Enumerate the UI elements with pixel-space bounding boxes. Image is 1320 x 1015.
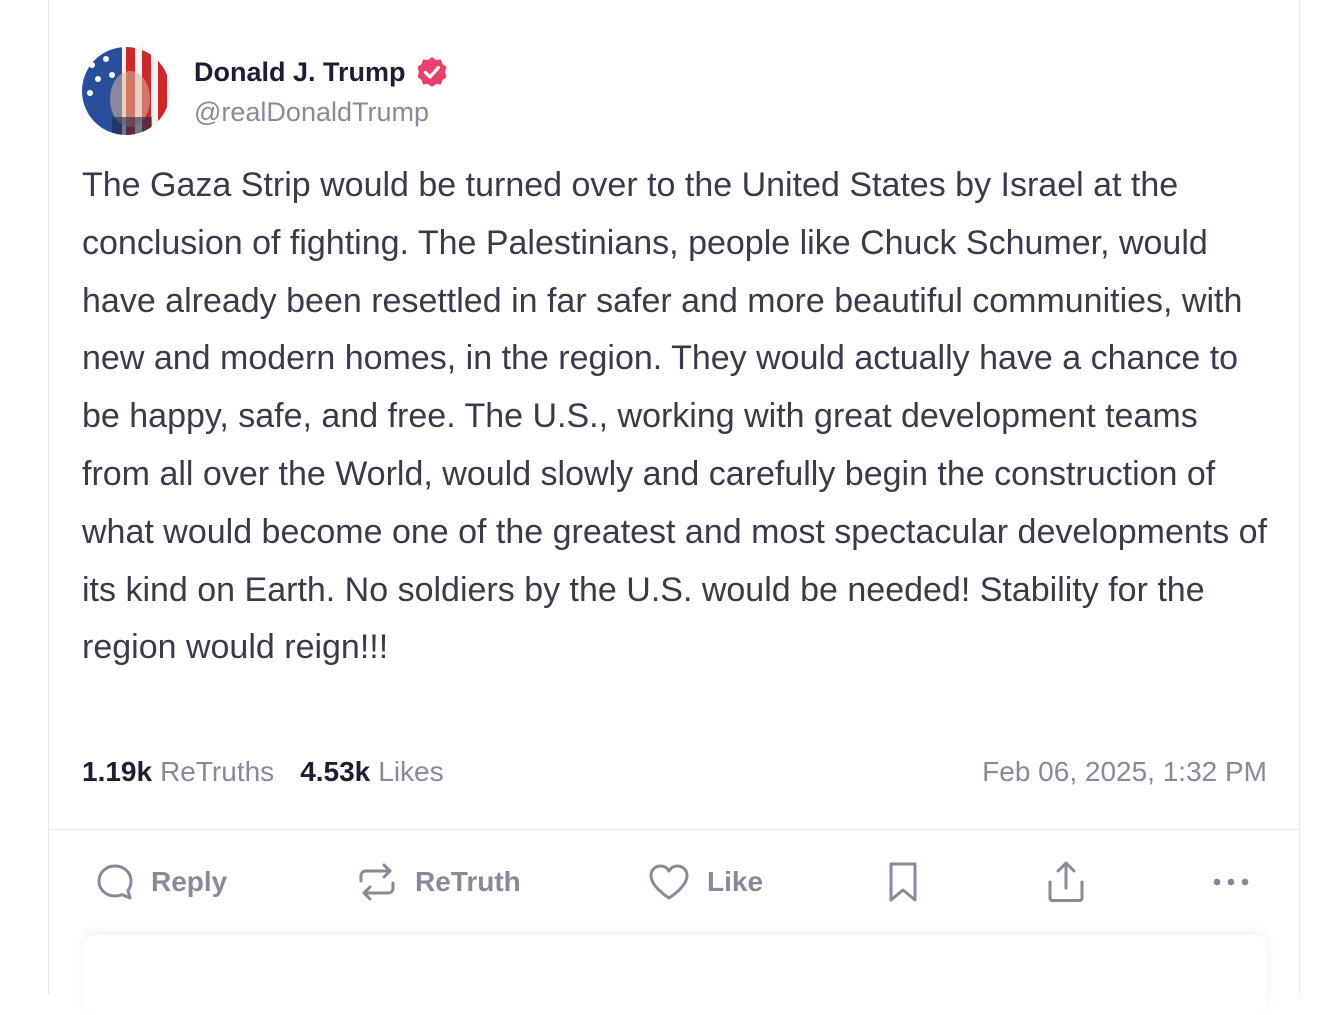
likes-count[interactable]: 4.53k bbox=[300, 756, 370, 788]
avatar-image bbox=[82, 47, 170, 135]
bookmark-button[interactable] bbox=[885, 855, 921, 909]
divider bbox=[49, 829, 1299, 830]
author-info: Donald J. Trump @realDonaldTrump bbox=[194, 53, 449, 128]
share-button[interactable] bbox=[1046, 855, 1086, 909]
verified-badge-icon bbox=[417, 57, 447, 87]
retruth-button[interactable]: ReTruth bbox=[355, 855, 521, 909]
reply-label: Reply bbox=[151, 866, 228, 897]
post-header: Donald J. Trump @realDonaldTrump bbox=[82, 47, 449, 135]
like-label: Like bbox=[707, 866, 764, 897]
speech-bubble-icon bbox=[97, 864, 133, 900]
author-handle[interactable]: @realDonaldTrump bbox=[194, 97, 449, 128]
post-timestamp: Feb 06, 2025, 1:32 PM bbox=[982, 756, 1267, 787]
avatar[interactable] bbox=[82, 47, 170, 135]
share-upload-icon bbox=[1048, 861, 1084, 902]
post-stats: 1.19k ReTruths 4.53k Likes Feb 06, 2025,… bbox=[82, 754, 1267, 790]
post-text: The Gaza Strip would be turned over to t… bbox=[82, 166, 1268, 667]
repost-arrows-icon bbox=[359, 863, 395, 901]
action-bar: Reply ReTruth Like bbox=[49, 855, 1299, 909]
author-display-name[interactable]: Donald J. Trump bbox=[194, 57, 406, 88]
heart-icon bbox=[649, 864, 689, 900]
retruths-label[interactable]: ReTruths bbox=[160, 756, 274, 788]
ellipsis-icon bbox=[1213, 878, 1249, 886]
reply-button[interactable]: Reply bbox=[95, 855, 227, 909]
like-button[interactable]: Like bbox=[647, 855, 763, 909]
reply-composer-preview bbox=[83, 935, 1267, 1015]
retruth-label: ReTruth bbox=[415, 866, 521, 897]
retruths-count[interactable]: 1.19k bbox=[82, 756, 152, 788]
bookmark-icon bbox=[889, 862, 917, 902]
more-options-button[interactable] bbox=[1211, 855, 1251, 909]
likes-label[interactable]: Likes bbox=[378, 756, 443, 788]
author-name-row: Donald J. Trump bbox=[194, 53, 449, 91]
post-card: Donald J. Trump @realDonaldTrump The Gaz… bbox=[48, 0, 1300, 1015]
